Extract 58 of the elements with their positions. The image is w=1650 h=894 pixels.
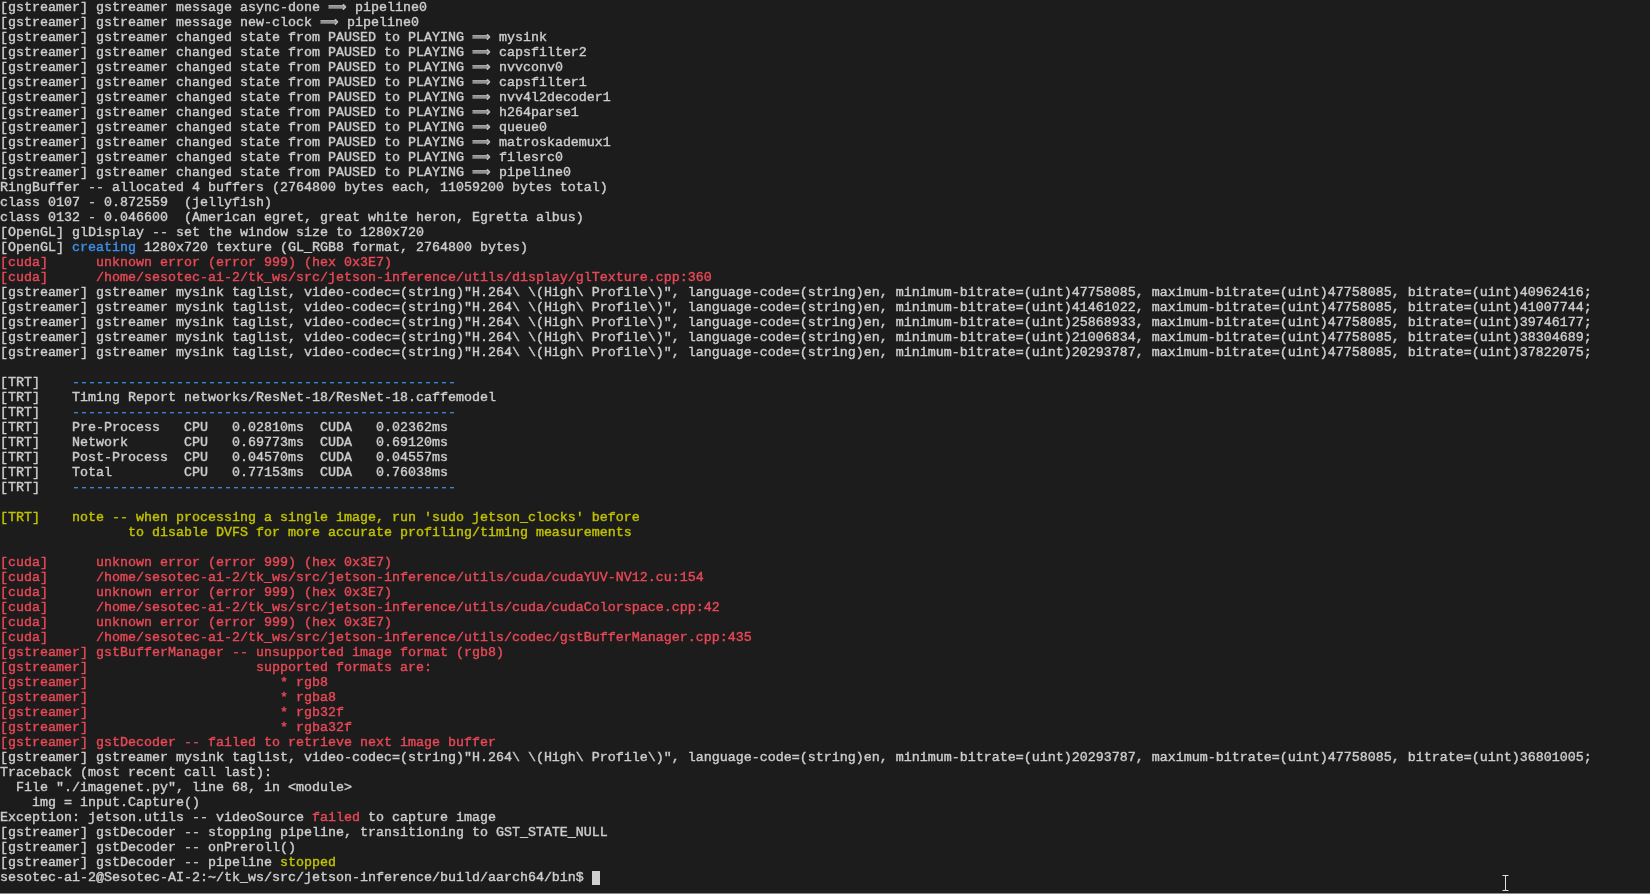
- terminal-line: [gstreamer] gstreamer changed state from PAUSED to PLAYING ⟹ queue0: [0, 120, 547, 135]
- terminal-line: [gstreamer] gstreamer mysink taglist, video-codec=(string)"H.264\ \(High\ Profile\)", language-code=(string)en, minimum-bitrate=(uint)41461022, maximum-bitrate=(uint)47758085, bitrate=(uint)41007744;: [0, 300, 1592, 315]
- terminal-line: [cuda] unknown error (error 999) (hex 0x3E7): [0, 585, 392, 600]
- terminal-line: Exception: jetson.utils -- videoSource failed to capture image: [0, 810, 496, 825]
- terminal-line: [cuda] /home/sesotec-ai-2/tk_ws/src/jetson-inference/utils/cuda/cudaColorspace.cpp:42: [0, 600, 720, 615]
- terminal-line: [gstreamer] * rgba8: [0, 690, 336, 705]
- terminal-line: [gstreamer] gstreamer changed state from PAUSED to PLAYING ⟹ pipeline0: [0, 165, 571, 180]
- terminal-line: [gstreamer] gstreamer mysink taglist, video-codec=(string)"H.264\ \(High\ Profile\)", language-code=(string)en, minimum-bitrate=(uint)25868933, maximum-bitrate=(uint)47758085, bitrate=(uint)39746177;: [0, 315, 1592, 330]
- terminal-line: class 0132 - 0.046600 (American egret, great white heron, Egretta albus): [0, 210, 584, 225]
- terminal-line: [cuda] unknown error (error 999) (hex 0x3E7): [0, 615, 392, 630]
- terminal-line: [gstreamer] * rgba32f: [0, 720, 352, 735]
- terminal-line: [gstreamer] * rgb8: [0, 675, 328, 690]
- terminal-line: [gstreamer] gstDecoder -- onPreroll(): [0, 840, 296, 855]
- terminal-line: RingBuffer -- allocated 4 buffers (2764800 bytes each, 11059200 bytes total): [0, 180, 608, 195]
- terminal-line: [TRT] Pre-Process CPU 0.02810ms CUDA 0.02362ms: [0, 420, 448, 435]
- terminal-line: Traceback (most recent call last):: [0, 765, 272, 780]
- terminal-line: to disable DVFS for more accurate profiling/timing measurements: [126, 525, 632, 540]
- terminal-line: [gstreamer] gstDecoder -- failed to retrieve next image buffer: [0, 735, 496, 750]
- terminal-line: [TRT] Timing Report networks/ResNet-18/ResNet-18.caffemodel: [0, 390, 496, 405]
- terminal-line: [gstreamer] gstreamer changed state from PAUSED to PLAYING ⟹ capsfilter1: [0, 75, 587, 90]
- terminal-line: File "./imagenet.py", line 68, in <module>: [15, 780, 352, 795]
- mouse-ibeam-icon: [1502, 875, 1509, 891]
- shell-prompt: sesotec-ai-2@Sesotec-AI-2:~/tk_ws/src/jetson-inference/build/aarch64/bin$: [0, 870, 585, 885]
- terminal-line: [cuda] /home/sesotec-ai-2/tk_ws/src/jetson-inference/utils/codec/gstBufferManager.cpp:435: [0, 630, 752, 645]
- terminal-line: [cuda] /home/sesotec-ai-2/tk_ws/src/jetson-inference/utils/display/glTexture.cpp:360: [0, 270, 712, 285]
- terminal-line: [gstreamer] gstreamer mysink taglist, video-codec=(string)"H.264\ \(High\ Profile\)", language-code=(string)en, minimum-bitrate=(uint)20293787, maximum-bitrate=(uint)47758085, bitrate=(uint)37822075;: [0, 345, 1592, 360]
- terminal-line: [gstreamer] gstreamer changed state from PAUSED to PLAYING ⟹ filesrc0: [0, 150, 563, 165]
- terminal-line: [gstreamer] gstreamer changed state from PAUSED to PLAYING ⟹ matroskademux1: [0, 135, 611, 150]
- terminal-line: [gstreamer] gstreamer mysink taglist, video-codec=(string)"H.264\ \(High\ Profile\)", language-code=(string)en, minimum-bitrate=(uint)20293787, maximum-bitrate=(uint)47758085, bitrate=(uint)36801005;: [0, 750, 1592, 765]
- terminal-line: [gstreamer] gstreamer changed state from PAUSED to PLAYING ⟹ mysink: [0, 30, 547, 45]
- terminal-line: [TRT] Total CPU 0.77153ms CUDA 0.76038ms: [0, 465, 448, 480]
- terminal-line: [TRT] note -- when processing a single image, run 'sudo jetson_clocks' before: [0, 510, 640, 525]
- terminal-line: [gstreamer] gstreamer changed state from PAUSED to PLAYING ⟹ capsfilter2: [0, 45, 587, 60]
- terminal-line: [gstreamer] gstreamer mysink taglist, video-codec=(string)"H.264\ \(High\ Profile\)", language-code=(string)en, minimum-bitrate=(uint)21006834, maximum-bitrate=(uint)47758085, bitrate=(uint)38304689;: [0, 330, 1592, 345]
- terminal-line: [TRT] Network CPU 0.69773ms CUDA 0.69120ms: [0, 435, 448, 450]
- terminal-line: img = input.Capture(): [31, 795, 200, 810]
- terminal-line: [cuda] unknown error (error 999) (hex 0x3E7): [0, 555, 392, 570]
- terminal-line: [cuda] /home/sesotec-ai-2/tk_ws/src/jetson-inference/utils/cuda/cudaYUV-NV12.cu:154: [0, 570, 704, 585]
- terminal-line: [gstreamer] supported formats are:: [0, 660, 432, 675]
- terminal-line: [TRT] Post-Process CPU 0.04570ms CUDA 0.04557ms: [0, 450, 448, 465]
- terminal-line: [gstreamer] gstreamer message new-clock ⟹ pipeline0: [0, 15, 419, 30]
- terminal-line: [gstreamer] gstreamer changed state from PAUSED to PLAYING ⟹ h264parse1: [0, 105, 579, 120]
- terminal-line: [gstreamer] gstreamer message async-done ⟹ pipeline0: [0, 0, 427, 15]
- terminal-line: [gstreamer] gstreamer changed state from PAUSED to PLAYING ⟹ nvvconv0: [0, 60, 563, 75]
- terminal-line: [gstreamer] gstBufferManager -- unsupported image format (rgb8): [0, 645, 504, 660]
- terminal-line: [OpenGL] glDisplay -- set the window size to 1280x720: [0, 225, 424, 240]
- text-cursor-icon: [591, 870, 600, 885]
- terminal-line: [OpenGL] creating 1280x720 texture (GL_RGB8 format, 2764800 bytes): [0, 240, 528, 255]
- terminal-line: [TRT] ------------------------------------------------: [0, 480, 456, 495]
- terminal-line: [TRT] ------------------------------------------------: [0, 405, 456, 420]
- terminal-line: [gstreamer] * rgb32f: [0, 705, 344, 720]
- terminal-line: [cuda] unknown error (error 999) (hex 0x3E7): [0, 255, 392, 270]
- terminal-line: [TRT] ------------------------------------------------: [0, 375, 456, 390]
- terminal-line: [gstreamer] gstDecoder -- pipeline stopped: [0, 855, 336, 870]
- terminal-line: [gstreamer] gstDecoder -- stopping pipeline, transitioning to GST_STATE_NULL: [0, 825, 608, 840]
- terminal-line: [gstreamer] gstreamer mysink taglist, video-codec=(string)"H.264\ \(High\ Profile\)", language-code=(string)en, minimum-bitrate=(uint)47758085, maximum-bitrate=(uint)47758085, bitrate=(uint)40962416;: [0, 285, 1592, 300]
- terminal-line: [gstreamer] gstreamer changed state from PAUSED to PLAYING ⟹ nvv4l2decoder1: [0, 90, 611, 105]
- terminal-line: class 0107 - 0.872559 (jellyfish): [0, 195, 272, 210]
